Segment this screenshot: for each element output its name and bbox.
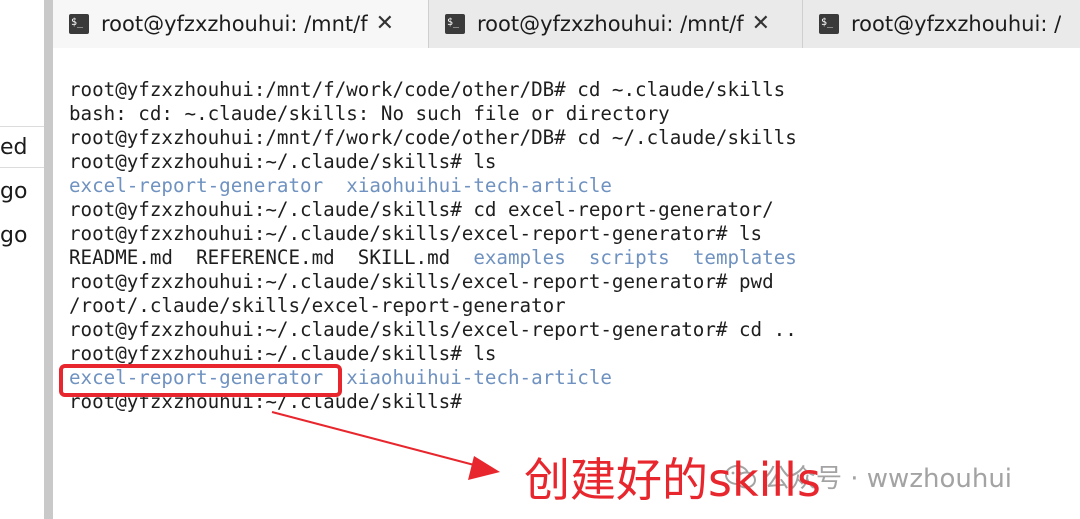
annotation-text: 创建好的skills: [524, 453, 821, 507]
arrow-annotation: [271, 411, 500, 480]
arrow-head: [468, 456, 500, 480]
arrow-line: [271, 411, 479, 467]
